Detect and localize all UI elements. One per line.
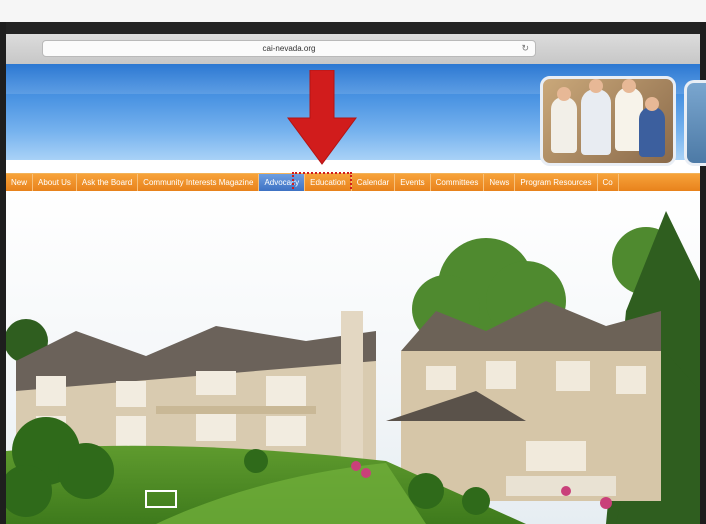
main-navigation: New About Us Ask the Board Community Intere… — [6, 173, 700, 193]
nav-item-news[interactable]: News — [484, 174, 516, 192]
nav-item-co[interactable]: Co — [598, 174, 619, 192]
browser-toolbar: cai-nevada.org ↻ — [6, 34, 700, 65]
header-family-photo — [540, 76, 676, 166]
nav-item-community-interests-magazine[interactable]: Community Interests Magazine — [138, 174, 260, 192]
address-bar[interactable]: cai-nevada.org ↻ — [42, 40, 536, 57]
device-bezel-top — [0, 22, 706, 34]
nav-item-about-us[interactable]: About Us — [33, 174, 77, 192]
nav-item-program-resources[interactable]: Program Resources — [515, 174, 598, 192]
down-arrow-icon — [287, 70, 357, 165]
hero-townhomes-image — [6, 191, 700, 524]
nav-item-ask-the-board[interactable]: Ask the Board — [77, 174, 139, 192]
nav-item-calendar[interactable]: Calendar — [352, 174, 396, 192]
nav-item-committees[interactable]: Committees — [431, 174, 485, 192]
header-photo-partial — [684, 80, 706, 166]
url-text: cai-nevada.org — [262, 44, 316, 53]
reload-icon[interactable]: ↻ — [521, 43, 529, 54]
nav-item-events[interactable]: Events — [395, 174, 431, 192]
nav-item-new[interactable]: New — [6, 174, 34, 192]
advocacy-highlight-box — [292, 172, 352, 193]
screen-top-margin — [0, 0, 706, 22]
